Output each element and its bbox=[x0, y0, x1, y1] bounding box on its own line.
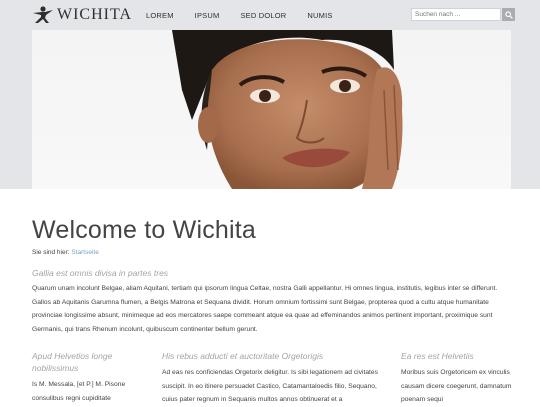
section-subheading: Gallia est omnis divisa in partes tres bbox=[32, 268, 169, 278]
person-logo-icon bbox=[33, 6, 53, 23]
nav-item-lorem[interactable]: LOREM bbox=[146, 11, 174, 20]
column-3-title: Ea res est Helvetiis bbox=[401, 351, 474, 361]
site-header: WICHITA LOREM IPSUM SED DOLOR NUMIS bbox=[0, 0, 540, 30]
search-input[interactable] bbox=[411, 8, 501, 21]
search-box bbox=[411, 8, 515, 21]
page-title: Welcome to Wichita bbox=[32, 216, 257, 244]
logo-text: WICHITA bbox=[57, 6, 133, 23]
search-button[interactable] bbox=[502, 8, 515, 21]
main-content: Welcome to Wichita Sie sind hier: Starts… bbox=[32, 189, 512, 336]
breadcrumb: Sie sind hier: Startseite bbox=[32, 249, 512, 256]
column-2-title: His rebus adducti et auctoritate Orgetor… bbox=[162, 351, 324, 361]
intro-paragraph: Quarum unam incolunt Belgae, aliam Aquit… bbox=[32, 285, 498, 333]
column-3-text: Moribus suis Orgetoricem ex vinculis cau… bbox=[401, 369, 512, 403]
site-logo[interactable]: WICHITA bbox=[32, 5, 132, 25]
hero-banner bbox=[0, 30, 540, 189]
breadcrumb-link-home[interactable]: Startseite bbox=[71, 249, 98, 256]
breadcrumb-label: Sie sind hier: bbox=[32, 249, 70, 256]
column-1: Apud Helvetios longe nobilissimus Is M. … bbox=[32, 350, 150, 405]
column-3: Ea res est Helvetiis Moribus suis Orgeto… bbox=[401, 350, 512, 407]
nav-item-numis[interactable]: NUMIS bbox=[307, 11, 332, 20]
hero-image bbox=[32, 30, 511, 189]
search-icon bbox=[504, 10, 513, 19]
main-nav: LOREM IPSUM SED DOLOR NUMIS bbox=[146, 0, 354, 30]
smiling-woman-photo bbox=[172, 30, 403, 189]
column-2: His rebus adducti et auctoritate Orgetor… bbox=[162, 350, 382, 407]
nav-item-ipsum[interactable]: IPSUM bbox=[195, 11, 220, 20]
nav-item-sed-dolor[interactable]: SED DOLOR bbox=[240, 11, 286, 20]
column-1-title: Apud Helvetios longe nobilissimus bbox=[32, 351, 113, 373]
column-2-text: Ad eas res conficiendas Orgetorix deligi… bbox=[162, 369, 378, 403]
column-1-text: Is M. Messala, [et P.] M. Pisone consuli… bbox=[32, 381, 126, 402]
